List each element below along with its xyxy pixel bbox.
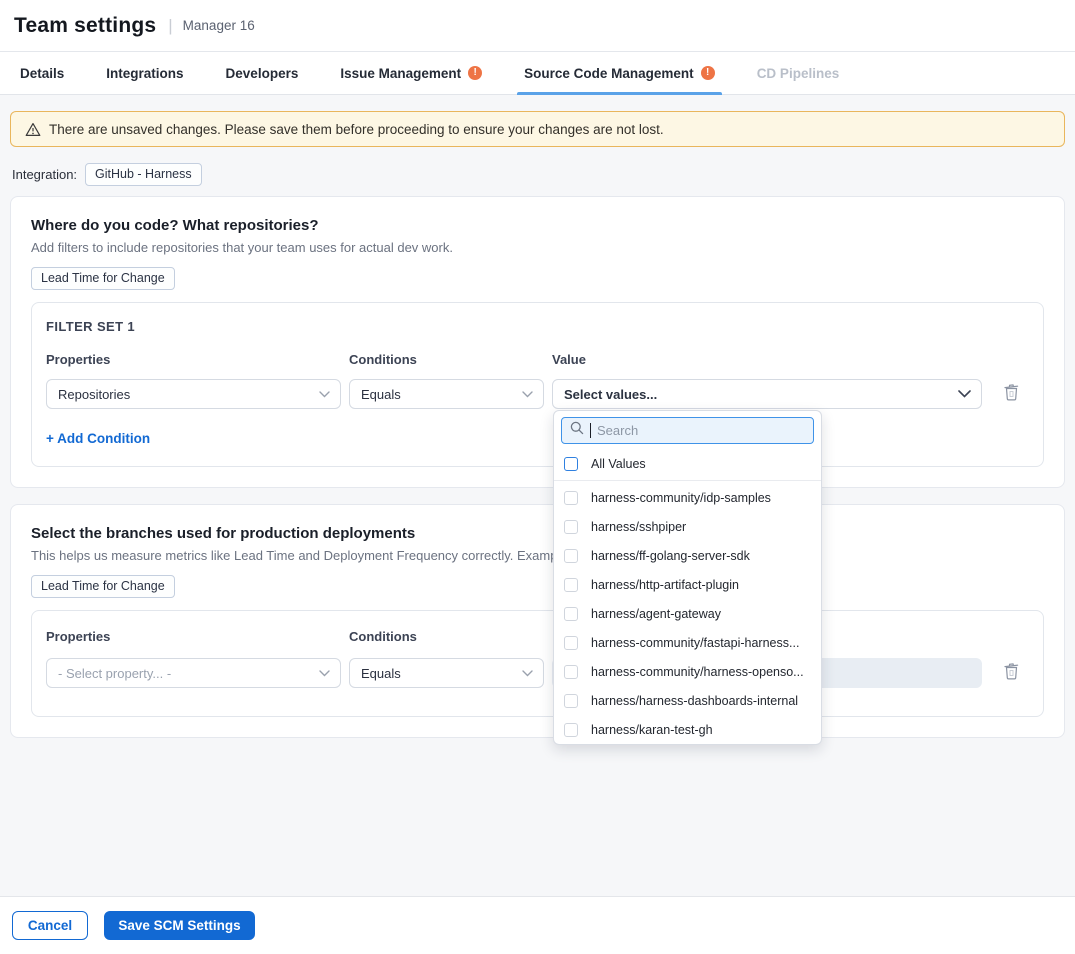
properties-column-label: Properties	[46, 352, 341, 367]
repo-option[interactable]: harness-community/fastapi-harness...	[554, 628, 821, 657]
checkbox-icon[interactable]	[564, 694, 578, 708]
delete-condition-button[interactable]	[1002, 661, 1021, 685]
branches-card-title: Select the branches used for production …	[31, 525, 1044, 542]
lead-time-chip: Lead Time for Change	[31, 575, 175, 598]
value-dropdown-popover: Search All Values harness-community/idp-…	[553, 410, 822, 745]
tab-details[interactable]: Details	[20, 52, 64, 94]
trash-icon	[1004, 384, 1019, 404]
checkbox-icon[interactable]	[564, 549, 578, 563]
team-name: Manager 16	[183, 18, 255, 33]
integration-row: Integration: GitHub - Harness	[12, 163, 1063, 186]
save-scm-settings-button[interactable]: Save SCM Settings	[104, 911, 255, 940]
properties-column-label: Properties	[46, 629, 341, 644]
tab-issue-management[interactable]: Issue Management !	[340, 52, 482, 94]
search-placeholder: Search	[597, 423, 638, 438]
repositories-card-subtitle: Add filters to include repositories that…	[31, 240, 1044, 255]
chevron-down-icon	[319, 670, 330, 677]
conditions-select[interactable]: Equals	[349, 379, 544, 409]
text-cursor	[590, 423, 591, 438]
cancel-button[interactable]: Cancel	[12, 911, 88, 940]
page-title: Team settings	[14, 14, 156, 38]
tab-integrations[interactable]: Integrations	[106, 52, 183, 94]
page-header: Team settings | Manager 16	[0, 0, 1075, 52]
option-all-values[interactable]: All Values	[554, 449, 821, 479]
tab-source-code-management[interactable]: Source Code Management !	[524, 52, 715, 94]
settings-tab-bar: Details Integrations Developers Issue Ma…	[0, 52, 1075, 95]
search-icon	[570, 421, 584, 440]
checkbox-icon[interactable]	[564, 457, 578, 471]
repositories-card-title: Where do you code? What repositories?	[31, 217, 1044, 234]
list-divider	[554, 480, 821, 481]
chevron-down-icon	[522, 670, 533, 677]
value-multiselect[interactable]: Select values...	[552, 379, 982, 409]
repo-option[interactable]: harness/ff-golang-server-sdk	[554, 541, 821, 570]
value-column-label: Value	[552, 352, 982, 367]
footer-action-bar: Cancel Save SCM Settings	[0, 896, 1075, 954]
repo-option[interactable]: harness/karan-test-gh	[554, 715, 821, 744]
branch-conditions-select[interactable]: Equals	[349, 658, 544, 688]
chevron-down-icon	[958, 390, 971, 398]
tab-developers[interactable]: Developers	[226, 52, 299, 94]
repo-option[interactable]: harness-community/harness-openso...	[554, 657, 821, 686]
branch-filter-panel: Properties Conditions - Select property.…	[31, 610, 1044, 717]
add-condition-button[interactable]: + Add Condition	[46, 431, 150, 446]
checkbox-icon[interactable]	[564, 520, 578, 534]
repositories-card: Where do you code? What repositories? Ad…	[10, 196, 1065, 488]
branch-properties-select[interactable]: - Select property... -	[46, 658, 341, 688]
branches-card-subtitle: This helps us measure metrics like Lead …	[31, 548, 1044, 563]
branches-card: Select the branches used for production …	[10, 504, 1065, 738]
checkbox-icon[interactable]	[564, 723, 578, 737]
checkbox-icon[interactable]	[564, 636, 578, 650]
title-separator: |	[168, 16, 172, 36]
checkbox-icon[interactable]	[564, 665, 578, 679]
repo-option-clipped[interactable]: harness/integrations-dashboard	[554, 744, 821, 745]
chevron-down-icon	[522, 391, 533, 398]
tab-cd-pipelines: CD Pipelines	[757, 52, 840, 94]
warning-triangle-icon	[25, 122, 41, 137]
warning-badge-icon: !	[468, 66, 482, 80]
search-input[interactable]: Search	[561, 417, 814, 444]
repo-option[interactable]: harness/agent-gateway	[554, 599, 821, 628]
trash-icon	[1004, 663, 1019, 683]
conditions-column-label: Conditions	[349, 629, 544, 644]
repo-option[interactable]: harness/sshpiper	[554, 512, 821, 541]
filter-set-label: FILTER SET 1	[46, 319, 1029, 334]
warning-badge-icon: !	[701, 66, 715, 80]
repo-option[interactable]: harness/http-artifact-plugin	[554, 570, 821, 599]
delete-condition-button[interactable]	[1002, 382, 1021, 406]
integration-label: Integration:	[12, 167, 77, 182]
conditions-column-label: Conditions	[349, 352, 544, 367]
repo-option[interactable]: harness/harness-dashboards-internal	[554, 686, 821, 715]
unsaved-changes-banner: There are unsaved changes. Please save t…	[10, 111, 1065, 147]
properties-select[interactable]: Repositories	[46, 379, 341, 409]
checkbox-icon[interactable]	[564, 607, 578, 621]
repo-option[interactable]: harness-community/idp-samples	[554, 483, 821, 512]
integration-chip: GitHub - Harness	[85, 163, 202, 186]
checkbox-icon[interactable]	[564, 491, 578, 505]
chevron-down-icon	[319, 391, 330, 398]
lead-time-chip: Lead Time for Change	[31, 267, 175, 290]
filter-set-panel: FILTER SET 1 Properties Conditions Value…	[31, 302, 1044, 467]
unsaved-changes-text: There are unsaved changes. Please save t…	[49, 122, 664, 137]
scm-settings-content: There are unsaved changes. Please save t…	[0, 95, 1075, 738]
checkbox-icon[interactable]	[564, 578, 578, 592]
